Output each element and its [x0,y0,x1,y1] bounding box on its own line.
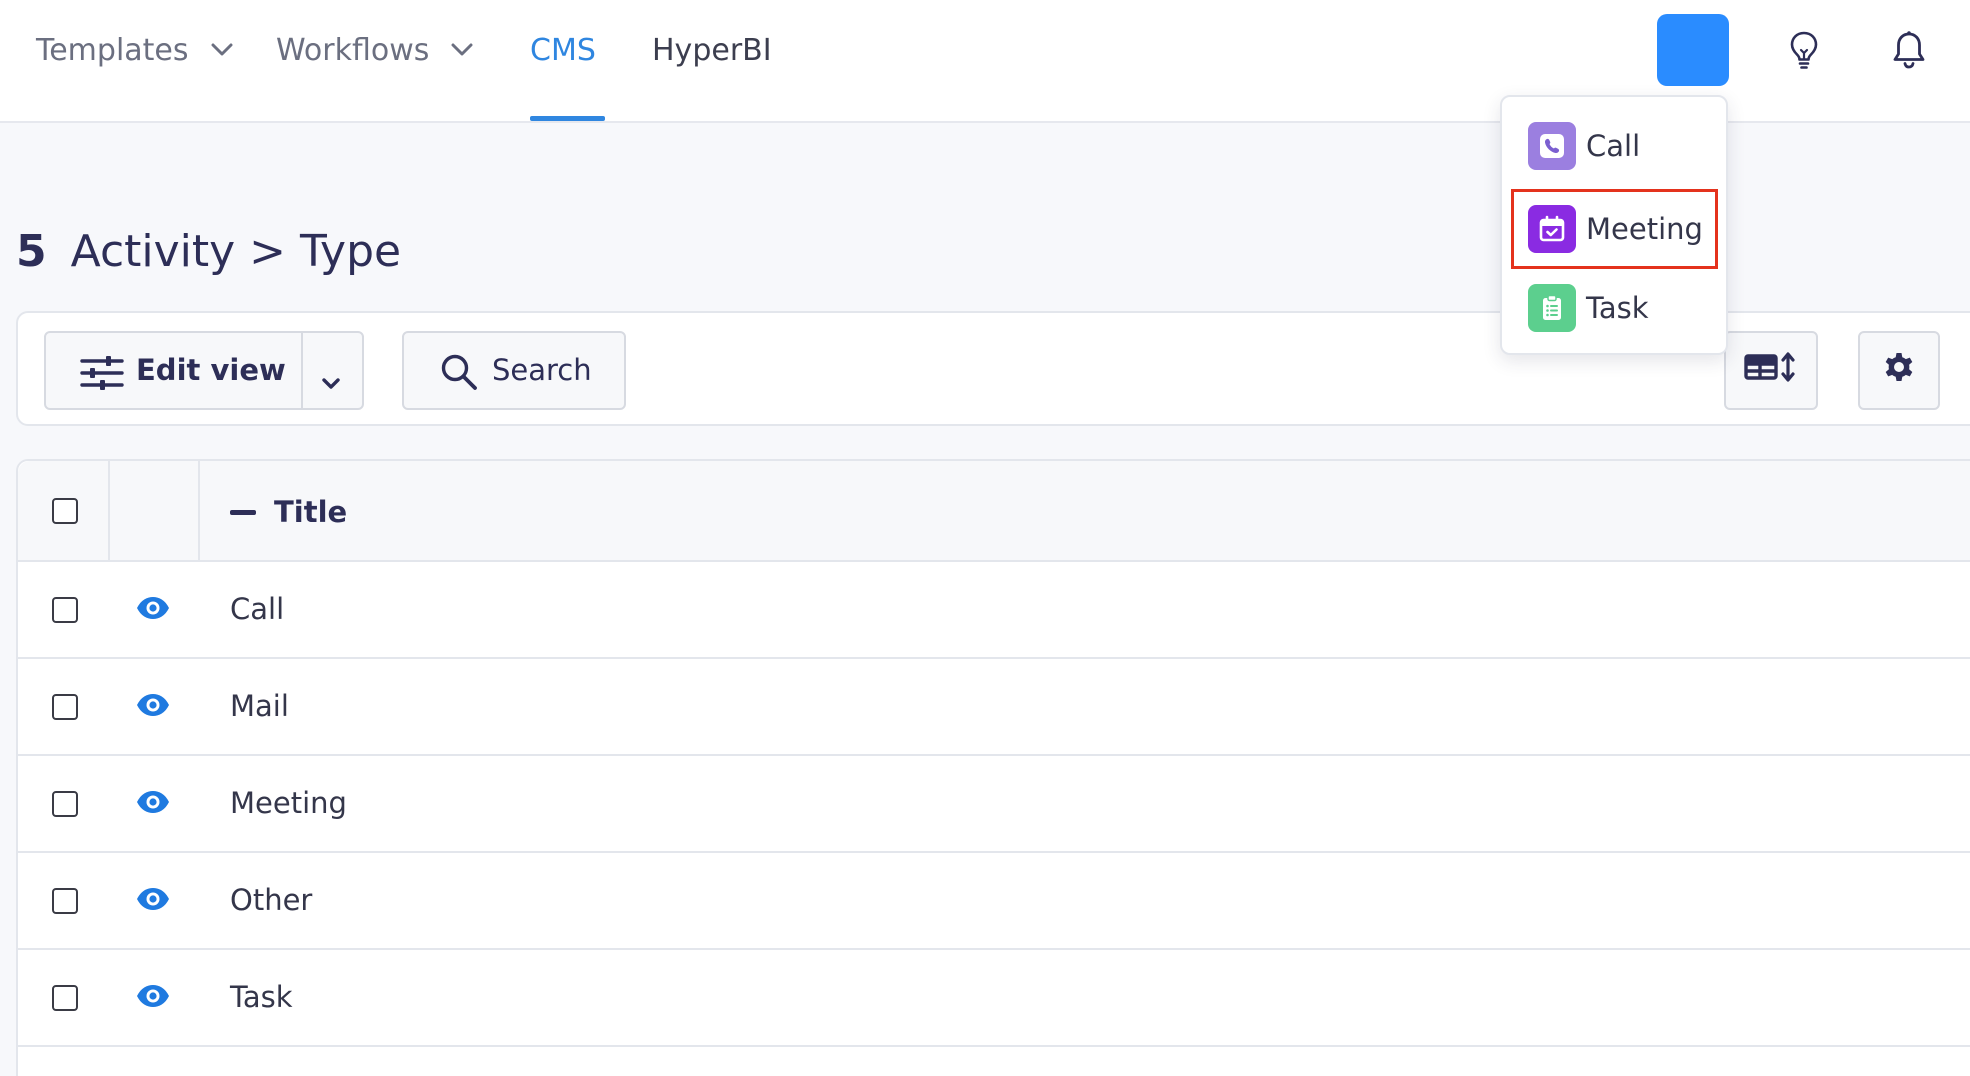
table-row[interactable]: Task [18,950,1970,1047]
column-header-title[interactable]: Title [230,495,347,529]
table-row[interactable]: Meeting [18,756,1970,853]
bell-icon[interactable] [1887,28,1931,72]
table-header: Title [18,461,1970,562]
row-checkbox[interactable] [52,888,78,914]
select-all-checkbox[interactable] [52,498,78,524]
active-tab-indicator [530,116,605,121]
clipboard-list-icon [1528,284,1576,332]
eye-icon[interactable] [136,984,170,1008]
edit-view-button[interactable]: Edit view [44,331,364,410]
row-title: Task [230,980,293,1014]
dropdown-item-task[interactable]: Task [1528,283,1649,333]
record-count: 5 [16,226,47,277]
row-checkbox[interactable] [52,694,78,720]
nav-templates[interactable]: Templates [36,28,233,72]
nav-hyperbi[interactable]: HyperBI [652,28,772,72]
search-label: Search [492,353,592,387]
search-button[interactable]: Search [402,331,626,410]
table-rows-icon [1744,351,1798,390]
button-divider [301,333,303,408]
nav-workflows-label: Workflows [276,32,430,68]
row-title: Call [230,592,285,626]
calendar-check-icon [1528,205,1576,253]
chevron-down-icon[interactable] [321,364,341,398]
dropdown-item-meeting-label: Meeting [1586,212,1703,246]
dropdown-item-call-label: Call [1586,129,1641,163]
minus-icon [230,509,256,515]
eye-icon[interactable] [136,887,170,911]
nav-cms-label: CMS [530,32,596,68]
page-title: 5 Activity > Type [16,226,401,277]
gear-icon [1882,350,1916,391]
row-checkbox[interactable] [52,791,78,817]
row-density-button[interactable] [1724,331,1818,410]
create-activity-dropdown: Call Meeting Task [1500,95,1728,355]
row-title: Mail [230,689,289,723]
dropdown-item-task-label: Task [1586,291,1649,325]
data-table: Title Call Mail Meeting Other Task [16,459,1970,1076]
eye-icon[interactable] [136,790,170,814]
lightbulb-icon[interactable] [1782,28,1826,72]
column-separator [108,461,110,562]
row-title: Meeting [230,786,347,820]
eye-icon[interactable] [136,596,170,620]
dropdown-item-meeting[interactable]: Meeting [1528,204,1703,254]
column-separator [198,461,200,562]
row-title: Other [230,883,313,917]
nav-hyperbi-label: HyperBI [652,32,772,68]
nav-cms[interactable]: CMS [530,28,596,72]
table-row[interactable]: Call [18,562,1970,659]
nav-workflows[interactable]: Workflows [276,28,473,72]
phone-icon [1528,122,1576,170]
table-row[interactable]: Mail [18,659,1970,756]
column-header-title-label: Title [274,495,348,529]
chevron-down-icon [451,43,473,57]
edit-view-label: Edit view [136,353,286,387]
row-checkbox[interactable] [52,985,78,1011]
chevron-down-icon [211,43,233,57]
eye-icon[interactable] [136,693,170,717]
dropdown-item-call[interactable]: Call [1528,121,1640,171]
page-title-text: Activity > Type [70,226,402,277]
create-button[interactable] [1657,14,1729,86]
row-checkbox[interactable] [52,597,78,623]
nav-templates-label: Templates [36,32,189,68]
sliders-icon [80,355,124,398]
settings-button[interactable] [1858,331,1940,410]
search-icon [440,353,478,398]
table-row[interactable]: Other [18,853,1970,950]
